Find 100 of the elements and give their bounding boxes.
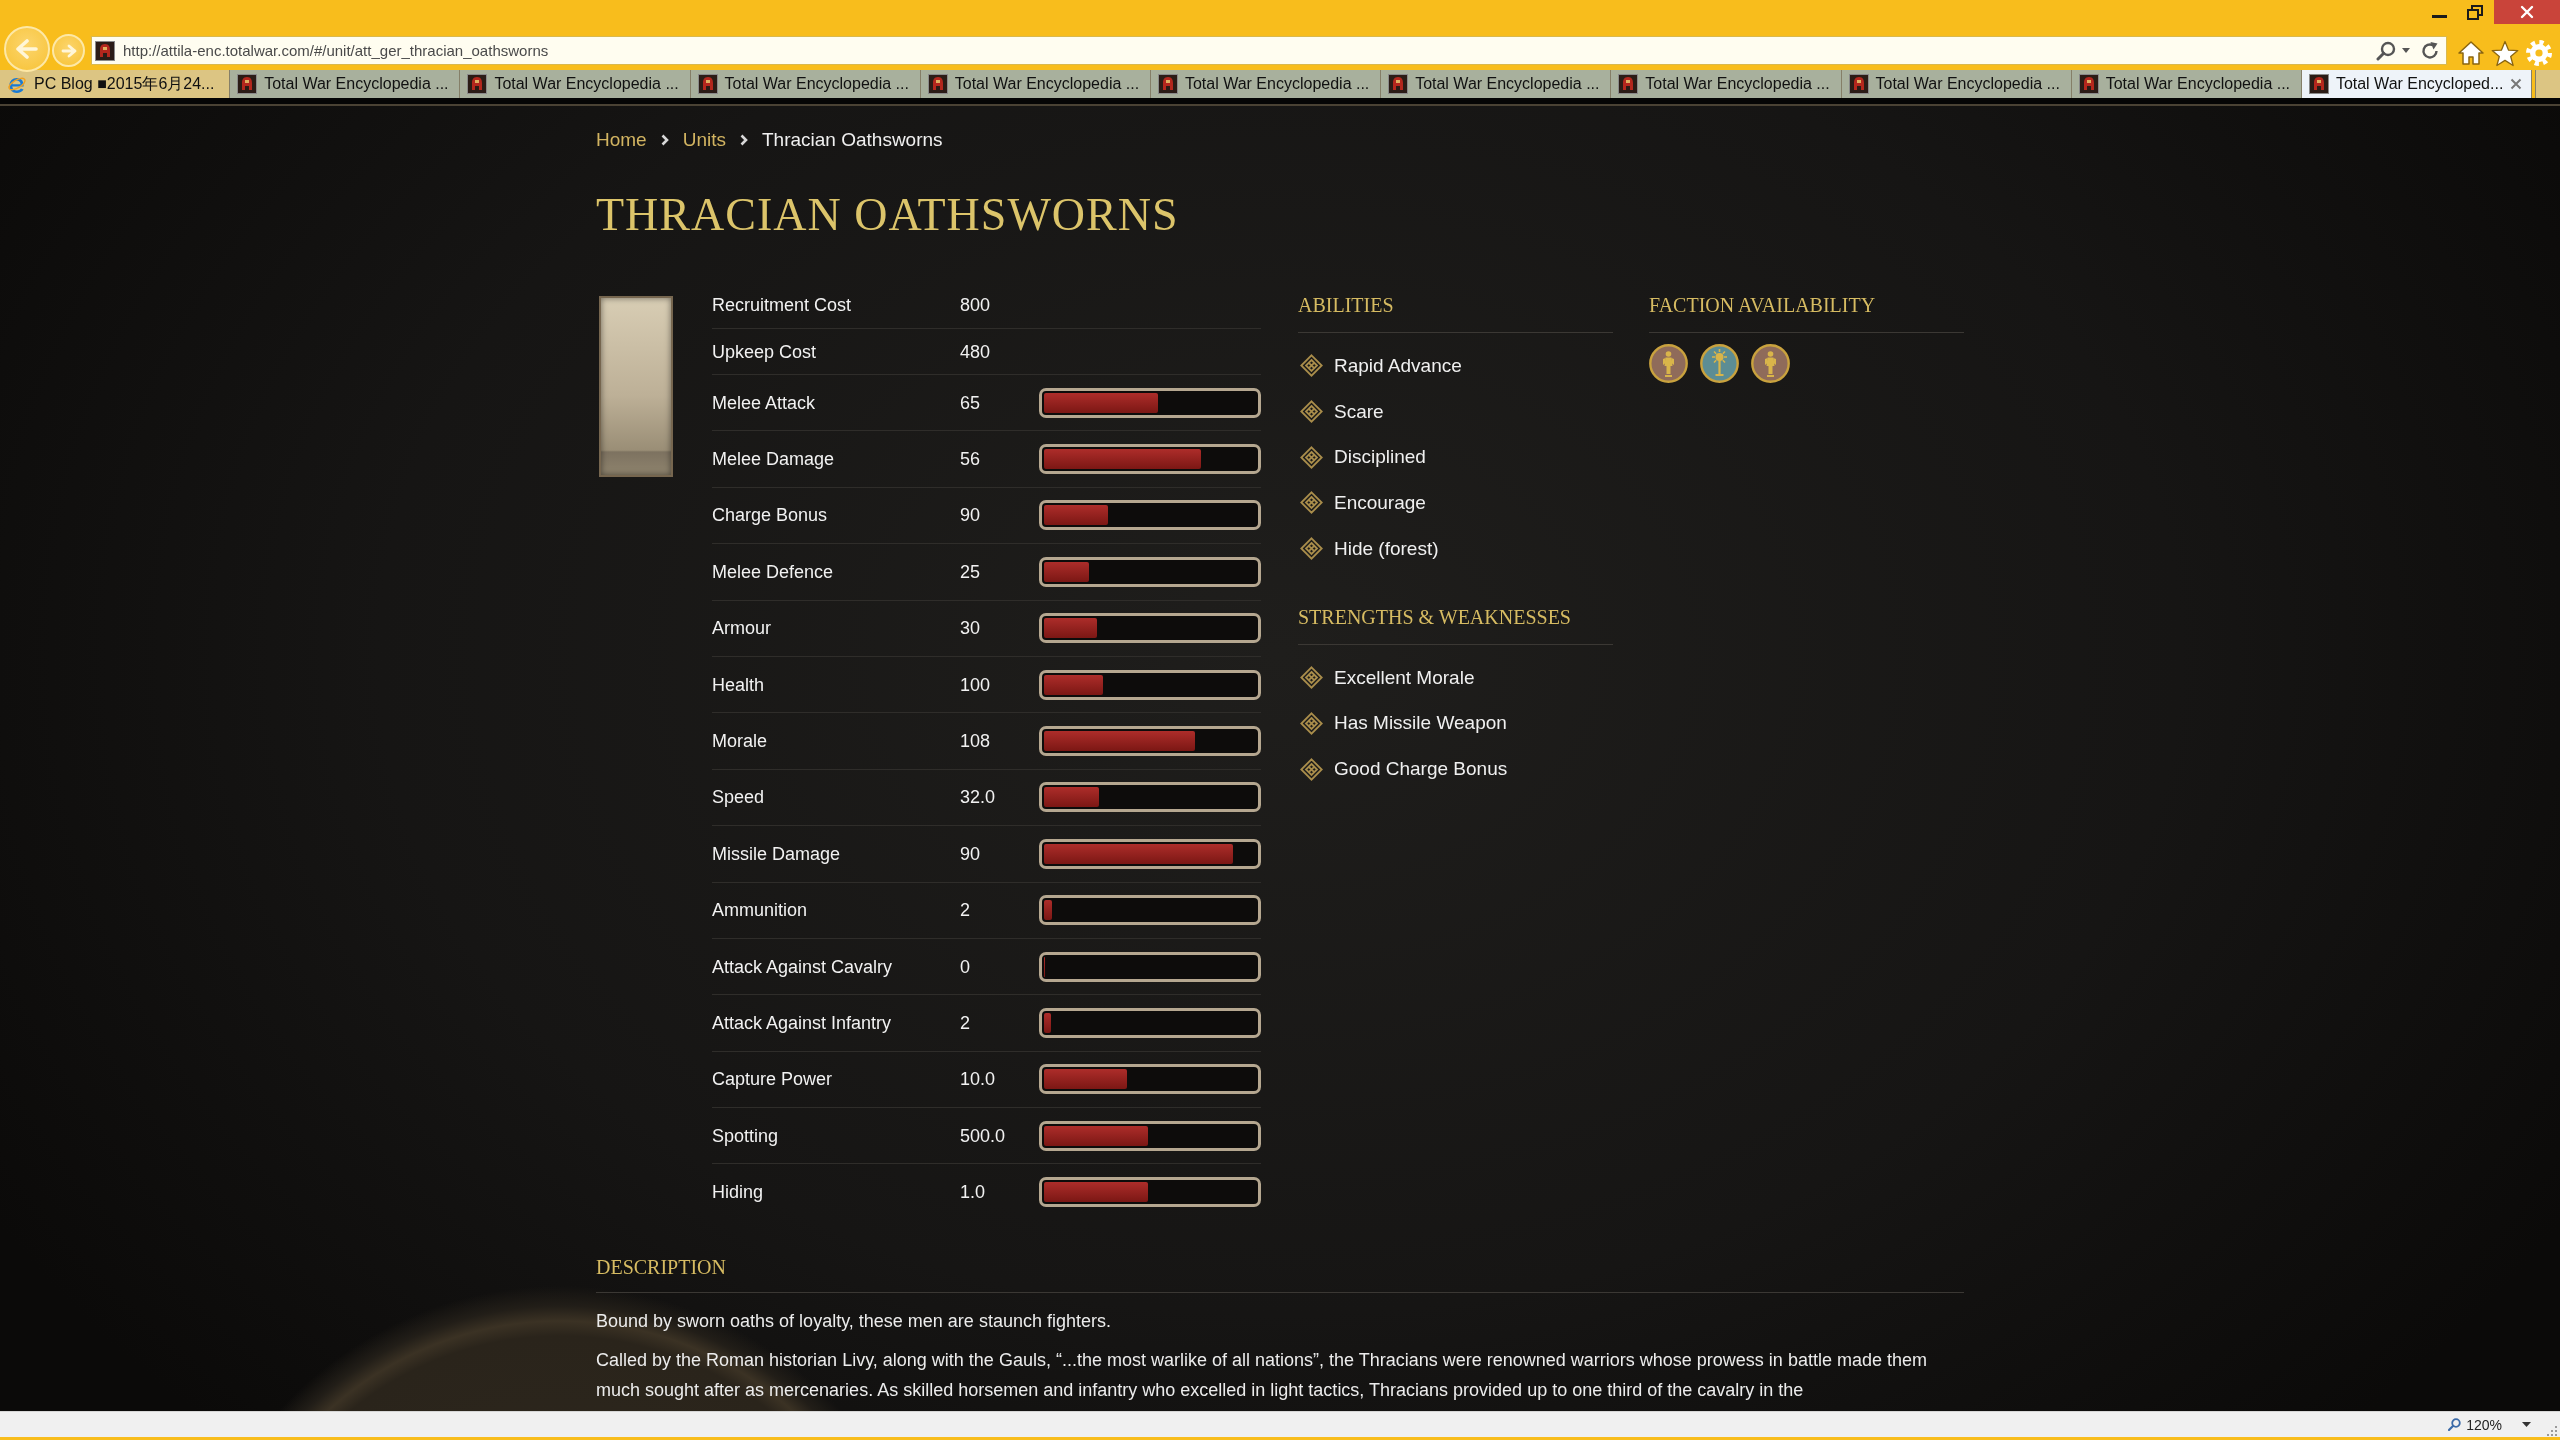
section-heading: FACTION AVAILABILITY bbox=[1649, 294, 1876, 316]
stat-value: 56 bbox=[960, 448, 981, 471]
site-favicon-icon bbox=[1388, 74, 1409, 94]
browser-tab[interactable]: Total War Encyclopedia ... bbox=[230, 70, 461, 98]
home-icon[interactable] bbox=[2457, 40, 2485, 66]
site-favicon-icon bbox=[1157, 74, 1178, 94]
star-icon[interactable] bbox=[2491, 39, 2519, 67]
stat-label: Hiding bbox=[712, 1181, 764, 1204]
ability-name: Rapid Advance bbox=[1334, 354, 1462, 377]
trait-name: Has Missile Weapon bbox=[1334, 712, 1507, 735]
caret-down-icon[interactable] bbox=[2522, 1422, 2531, 1427]
address-field[interactable]: http://attila-enc.totalwar.com/#/unit/att_ger_thracian_oathsworns bbox=[91, 36, 2447, 65]
stat-value: 10.0 bbox=[960, 1068, 996, 1091]
diamond-icon bbox=[1300, 491, 1323, 515]
chevron-right-icon bbox=[660, 134, 669, 146]
stat-value: 90 bbox=[960, 842, 981, 865]
browser-tab[interactable]: Total War Encyclopedia ... bbox=[2071, 70, 2302, 98]
search-icon[interactable] bbox=[2376, 40, 2396, 61]
stat-label: Melee Defence bbox=[712, 560, 834, 583]
browser-tab[interactable]: Total War Encyclopedia ... bbox=[920, 70, 1151, 98]
arrow-right-icon bbox=[60, 43, 77, 58]
browser-tab[interactable]: PC Blog ■2015年6月24... bbox=[0, 70, 231, 98]
faction-emblem-icon[interactable] bbox=[1700, 344, 1739, 383]
diamond-icon bbox=[1300, 400, 1323, 424]
faction-emblem-icon[interactable] bbox=[1751, 344, 1790, 383]
caret-down-icon[interactable] bbox=[2402, 48, 2410, 53]
resize-grip-icon[interactable] bbox=[2547, 1426, 2557, 1436]
stat-label: Ammunition bbox=[712, 899, 808, 922]
close-icon[interactable] bbox=[2510, 78, 2523, 90]
diamond-icon bbox=[1300, 354, 1323, 378]
magnifier-icon bbox=[2448, 1418, 2462, 1431]
stat-value: 0 bbox=[960, 955, 970, 978]
stat-label: Speed bbox=[712, 786, 765, 809]
stat-value: 32.0 bbox=[960, 786, 996, 809]
ability-name: Encourage bbox=[1334, 491, 1426, 514]
restore-icon[interactable] bbox=[2467, 5, 2483, 20]
stat-label: Recruitment Cost bbox=[712, 294, 852, 316]
browser-tab[interactable]: Total War Encyclopedia ... bbox=[460, 70, 691, 98]
ability-name: Disciplined bbox=[1334, 446, 1426, 469]
refresh-icon[interactable] bbox=[2420, 40, 2440, 61]
chevron-right-icon bbox=[740, 134, 748, 146]
page-title: THRACIAN OATHSWORNS bbox=[596, 188, 1179, 242]
close-icon bbox=[2520, 5, 2534, 19]
section-heading: STRENGTHS & WEAKNESSES bbox=[1298, 605, 1571, 628]
browser-tab[interactable]: Total War Encyclopedia ... bbox=[1150, 70, 1382, 98]
site-favicon-icon bbox=[1848, 74, 1869, 94]
stat-label: Capture Power bbox=[712, 1068, 833, 1091]
browser-tab[interactable]: Total War Encyclopedia ... bbox=[1611, 70, 1842, 98]
stat-label: Missile Damage bbox=[712, 842, 841, 865]
stat-value: 480 bbox=[960, 340, 991, 363]
site-favicon-icon bbox=[2308, 74, 2329, 94]
stat-value: 25 bbox=[960, 560, 981, 583]
stat-value: 90 bbox=[960, 504, 981, 527]
ability-name: Scare bbox=[1334, 400, 1384, 423]
stat-value: 2 bbox=[960, 899, 970, 922]
section-heading: DESCRIPTION bbox=[596, 1255, 726, 1278]
stat-label: Melee Damage bbox=[712, 448, 835, 471]
stat-label: Morale bbox=[712, 730, 768, 753]
diamond-icon bbox=[1300, 711, 1323, 735]
breadcrumb-link[interactable]: Units bbox=[682, 129, 726, 151]
stat-label: Health bbox=[712, 673, 765, 696]
stat-value: 65 bbox=[960, 391, 981, 414]
faction-emblem-icon[interactable] bbox=[1649, 344, 1688, 383]
stat-label: Attack Against Infantry bbox=[712, 1012, 892, 1034]
stat-label: Upkeep Cost bbox=[712, 340, 817, 363]
browser-tab[interactable]: Total War Encyclopedia ... bbox=[690, 70, 921, 98]
browser-tab[interactable]: Total War Encyclopedia ... bbox=[1381, 70, 1612, 98]
arrow-left-icon bbox=[16, 39, 38, 59]
stat-value: 500.0 bbox=[960, 1124, 1006, 1147]
browser-tab[interactable]: Total War Encyclopedia ... bbox=[1841, 70, 2072, 98]
description-text: Bound by sworn oaths of loyalty, these men are staunch fighters. bbox=[596, 1309, 1111, 1333]
ability-name: Hide (forest) bbox=[1334, 537, 1439, 560]
site-favicon-icon bbox=[95, 40, 115, 61]
stat-value: 1.0 bbox=[960, 1181, 986, 1204]
description-text: Called by the Roman historian Livy, along with the Gauls, “...the most warlike of all nations”, the Thracians were renowned warriors whose prowess in battle made them much sought after as mercenaries. As skilled horsemen and infantry who excelled in light tactics, Thracians provided up to one third of the cavalry in the bbox=[596, 1348, 1928, 1402]
diamond-icon bbox=[1300, 666, 1323, 690]
site-favicon-icon bbox=[1618, 74, 1639, 94]
section-heading: ABILITIES bbox=[1298, 294, 1394, 316]
breadcrumb-current: Thracian Oathsworns bbox=[762, 129, 943, 151]
site-favicon-icon bbox=[2078, 74, 2099, 94]
stat-value: 800 bbox=[960, 294, 991, 316]
stat-value: 2 bbox=[960, 1012, 970, 1034]
stat-value: 108 bbox=[960, 730, 991, 753]
diamond-icon bbox=[1300, 757, 1323, 781]
stat-label: Armour bbox=[712, 617, 771, 640]
site-favicon-icon bbox=[237, 74, 258, 94]
diamond-icon bbox=[1300, 537, 1323, 561]
zoom-level[interactable]: 120% bbox=[2466, 1416, 2502, 1433]
browser-tab[interactable]: Total War Encycloped... bbox=[2301, 70, 2533, 98]
stat-label: Spotting bbox=[712, 1124, 779, 1147]
stat-label: Charge Bonus bbox=[712, 504, 828, 527]
stat-value: 100 bbox=[960, 673, 991, 696]
window-close-button[interactable] bbox=[2494, 0, 2560, 24]
stat-value: 30 bbox=[960, 617, 981, 640]
diamond-icon bbox=[1300, 445, 1323, 469]
stat-label: Melee Attack bbox=[712, 391, 816, 414]
breadcrumb-link[interactable]: Home bbox=[596, 129, 647, 151]
site-favicon-icon bbox=[697, 74, 718, 94]
site-favicon-icon bbox=[467, 74, 488, 94]
site-favicon-icon bbox=[927, 74, 948, 94]
